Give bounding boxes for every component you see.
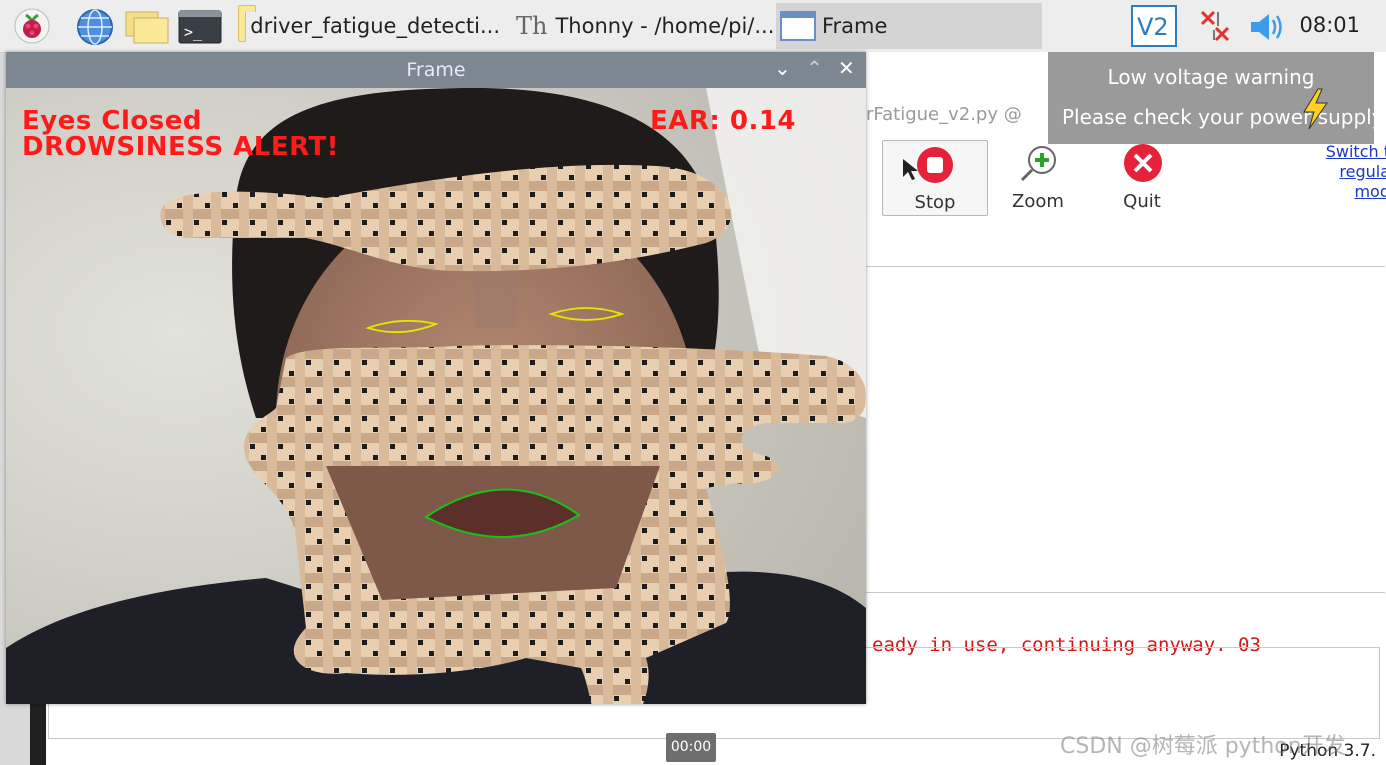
thonny-icon: Th <box>516 12 548 40</box>
video-time-badge: 00:00 <box>666 733 716 762</box>
quit-button[interactable]: Quit <box>1090 140 1194 214</box>
close-icon[interactable]: ✕ <box>838 56 855 80</box>
svg-text:V2: V2 <box>1137 13 1169 41</box>
taskbar-item-frame[interactable]: Frame <box>776 3 1042 49</box>
quit-icon <box>1124 144 1162 182</box>
minimize-icon[interactable]: ⌄ <box>774 56 791 80</box>
watermark: CSDN @树莓派 python开发 <box>1060 734 1346 759</box>
globe-icon[interactable] <box>74 8 116 45</box>
lightning-icon <box>1303 88 1328 130</box>
notification-body: Please check your power supply <box>1062 105 1384 129</box>
editor-divider <box>865 266 1385 267</box>
zoom-label: Zoom <box>1012 191 1064 212</box>
clock[interactable]: 08:01 <box>1299 13 1360 37</box>
shell-divider <box>865 592 1385 593</box>
taskbar-item-label: Frame <box>822 14 888 38</box>
frame-title-bar[interactable]: Frame ⌄ ⌃ ✕ <box>6 52 866 88</box>
switch-link-line: regula <box>1339 162 1386 181</box>
editor-file-tab[interactable]: rFatigue_v2.py @ <box>866 104 1022 125</box>
folder-icon <box>238 5 257 42</box>
zoom-button[interactable]: Zoom <box>986 140 1090 214</box>
network-disconnected-icon[interactable] <box>1196 8 1236 44</box>
vnc-icon[interactable]: V2 <box>1130 4 1178 47</box>
switch-mode-link[interactable]: Switch t regula mod <box>1312 142 1386 202</box>
eyes-closed-text: Eyes Closed <box>22 106 202 136</box>
taskbar-item-label: Thonny - /home/pi/... <box>555 14 774 38</box>
folders-icon[interactable] <box>124 10 170 46</box>
quit-label: Quit <box>1123 191 1161 212</box>
terminal-icon[interactable]: >_ <box>178 10 222 46</box>
top-panel: >_ driver_fatigue_detecti... Th Thonny -… <box>0 0 1386 53</box>
taskbar-item-label: driver_fatigue_detecti... <box>250 14 500 38</box>
stop-icon <box>903 147 953 183</box>
notification-title: Low voltage warning <box>1107 65 1315 89</box>
camera-feed <box>6 88 866 704</box>
switch-link-line: Switch t <box>1325 142 1386 161</box>
raspberry-icon[interactable] <box>12 8 52 44</box>
stop-label: Stop <box>914 192 956 213</box>
frame-title: Frame <box>406 59 466 81</box>
zoom-icon <box>1020 146 1056 182</box>
low-voltage-notification[interactable]: Low voltage warning Please check your po… <box>1048 52 1384 144</box>
taskbar-item-driver-folder[interactable]: driver_fatigue_detecti... <box>238 3 500 49</box>
drowsiness-alert-text: DROWSINESS ALERT! <box>22 132 340 162</box>
switch-link-line: mod <box>1354 182 1386 201</box>
frame-window[interactable]: Frame ⌄ ⌃ ✕ Eyes Closed DROWSINESS ALERT… <box>6 52 866 704</box>
volume-icon[interactable] <box>1248 10 1288 46</box>
maximize-icon[interactable]: ⌃ <box>806 56 823 80</box>
svg-text:>_: >_ <box>184 23 203 41</box>
stop-button[interactable]: Stop <box>882 140 988 216</box>
window-icon <box>780 11 816 41</box>
ear-value-text: EAR: 0.14 <box>650 106 797 136</box>
taskbar-item-thonny[interactable]: Th Thonny - /home/pi/... <box>512 3 774 49</box>
